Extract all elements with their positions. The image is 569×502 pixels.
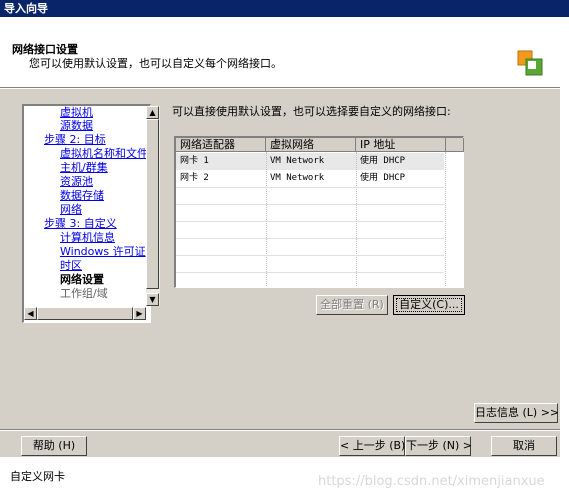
cell-virtual-network: VM Network <box>270 156 325 166</box>
window-title: 导入向导 <box>0 0 569 17</box>
table-row[interactable]: 网卡 1 VM Network 使用 DHCP <box>176 153 444 170</box>
grid-line <box>445 152 446 286</box>
back-button[interactable]: < 上一步 (B) <box>339 436 405 456</box>
tree-item-vm-name[interactable]: 虚拟机名称和文件 <box>60 147 148 160</box>
next-button[interactable]: 下一步 (N) > <box>405 436 472 456</box>
tree-item-datastore[interactable]: 数据存储 <box>60 189 104 202</box>
watermark: https://blog.csdn.net/ximenjianxue <box>318 474 545 489</box>
grid-line <box>176 221 444 222</box>
column-header-filler <box>446 138 464 152</box>
cancel-button[interactable]: 取消 <box>491 436 557 456</box>
instruction-text: 可以直接使用默认设置，也可以选择要自定义的网络接口: <box>172 105 451 118</box>
log-info-button[interactable]: 日志信息 (L) >> <box>474 403 559 423</box>
tree-item-network-settings[interactable]: 网络设置 <box>60 273 104 286</box>
vmware-logo-icon <box>517 50 543 76</box>
column-header-adapter[interactable]: 网络适配器 <box>176 138 266 152</box>
scroll-left-arrow-icon[interactable]: ◀ <box>24 307 37 320</box>
grid-line <box>176 272 444 273</box>
tree-item-network[interactable]: 网络 <box>60 203 82 216</box>
tree-item-workgroup-domain[interactable]: 工作组/域 <box>60 287 108 300</box>
reset-all-button[interactable]: 全部重置 (R) <box>316 295 388 315</box>
grid-line <box>176 238 444 239</box>
wizard-header: 网络接口设置 您可以使用默认设置，也可以自定义每个网络接口。 <box>0 17 560 87</box>
image-caption: 自定义网卡 <box>10 470 65 483</box>
grid-line <box>356 152 357 286</box>
tree-item-timezone[interactable]: 时区 <box>60 259 82 272</box>
tree-vertical-scrollbar[interactable]: ▲ ▼ <box>146 106 160 306</box>
tree-item-vm[interactable]: 虚拟机 <box>60 106 93 119</box>
cell-adapter: 网卡 2 <box>180 173 209 183</box>
tree-horizontal-scrollbar[interactable]: ◀ ▶ <box>24 307 146 320</box>
tree-item-source-data[interactable]: 源数据 <box>60 119 93 132</box>
table-row[interactable]: 网卡 2 VM Network 使用 DHCP <box>176 170 444 187</box>
tree-item-step2[interactable]: 步骤 2: 目标 <box>44 133 106 146</box>
cell-ip-address: 使用 DHCP <box>360 156 406 166</box>
scroll-down-arrow-icon[interactable]: ▼ <box>146 293 159 306</box>
hscroll-thumb[interactable] <box>37 307 133 320</box>
grid-line <box>176 255 444 256</box>
tree-item-host-cluster[interactable]: 主机/群集 <box>60 161 108 174</box>
tree-item-windows-license[interactable]: Windows 许可证 <box>60 245 146 258</box>
grid-line <box>176 187 444 188</box>
wizard-steps-tree[interactable]: 虚拟机 源数据 步骤 2: 目标 虚拟机名称和文件 主机/群集 资源池 数据存储… <box>22 104 151 323</box>
customize-button[interactable]: 自定义(C)... <box>393 295 465 315</box>
tree-item-resource-pool[interactable]: 资源池 <box>60 175 93 188</box>
tree-item-computer-info[interactable]: 计算机信息 <box>60 231 115 244</box>
tree-item-step3[interactable]: 步骤 3: 自定义 <box>44 217 117 230</box>
grid-line <box>266 152 267 286</box>
footer-divider <box>0 429 560 431</box>
grid-line <box>176 204 444 205</box>
scroll-right-arrow-icon[interactable]: ▶ <box>133 307 146 320</box>
network-adapter-table[interactable]: 网络适配器 虚拟网络 IP 地址 网卡 1 VM Network 使用 DHCP… <box>174 136 464 288</box>
cell-ip-address: 使用 DHCP <box>360 173 406 183</box>
cell-virtual-network: VM Network <box>270 173 325 183</box>
column-header-virtual-network[interactable]: 虚拟网络 <box>266 138 356 152</box>
scroll-thumb[interactable] <box>146 119 159 289</box>
scroll-up-arrow-icon[interactable]: ▲ <box>146 106 159 119</box>
page-subtitle: 您可以使用默认设置，也可以自定义每个网络接口。 <box>29 57 282 70</box>
cell-adapter: 网卡 1 <box>180 156 209 166</box>
wizard-body: 虚拟机 源数据 步骤 2: 目标 虚拟机名称和文件 主机/群集 资源池 数据存储… <box>0 89 560 457</box>
column-header-ip-address[interactable]: IP 地址 <box>356 138 446 152</box>
help-button[interactable]: 帮助 (H) <box>21 436 87 456</box>
